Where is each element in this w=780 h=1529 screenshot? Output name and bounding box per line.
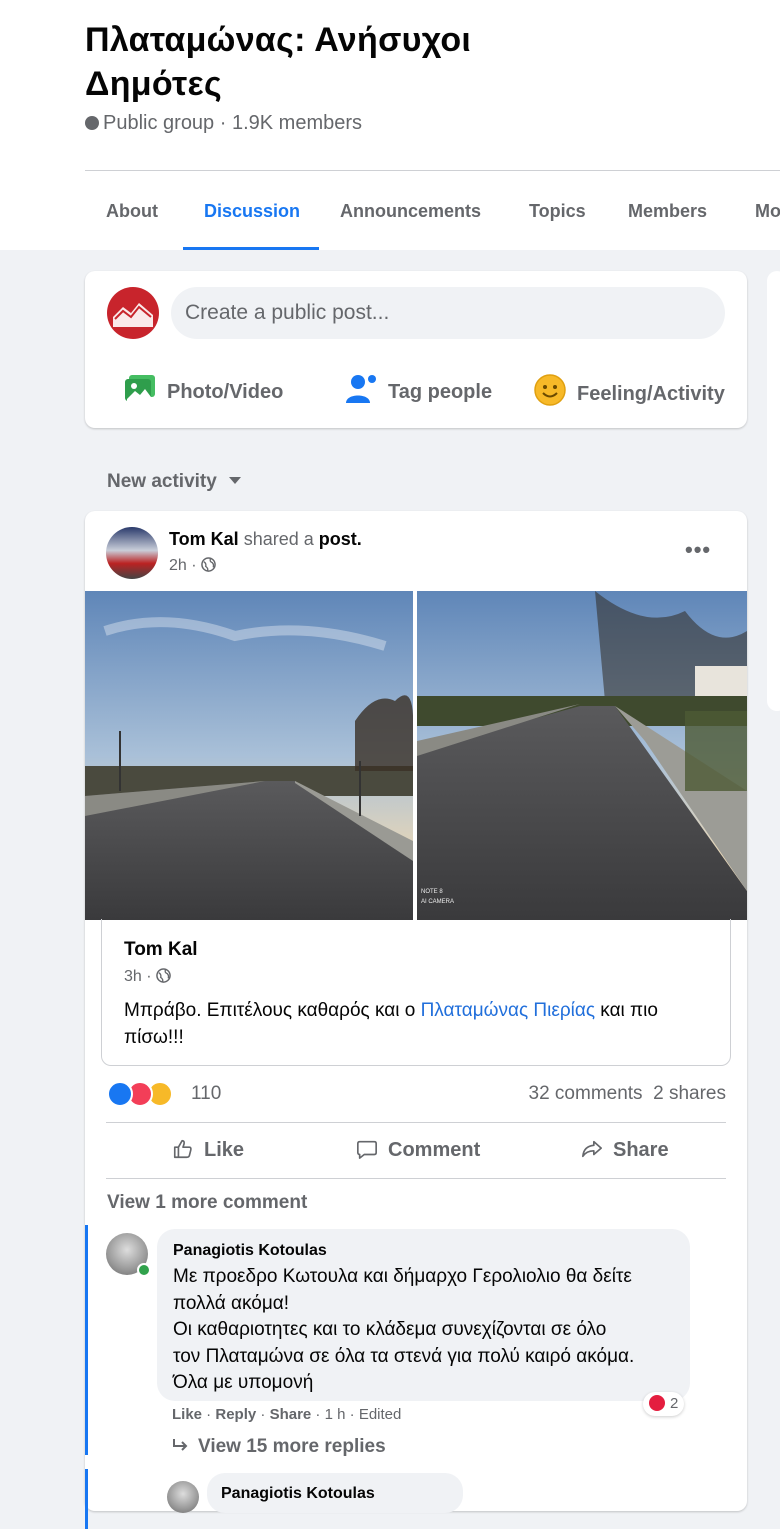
tab-about[interactable]: About xyxy=(106,171,158,250)
group-tabs: About Discussion Announcements Topics Me… xyxy=(85,171,780,250)
tag-people-icon xyxy=(344,373,378,412)
shared-author-name[interactable]: Tom Kal xyxy=(124,939,198,961)
feeling-activity-label: Feeling/Activity xyxy=(577,382,725,405)
post-author-name[interactable]: Tom Kal xyxy=(169,529,239,549)
active-tab-indicator xyxy=(183,247,319,250)
share-button[interactable]: Share xyxy=(581,1123,669,1178)
comment-line: Όλα με υπομονή xyxy=(173,1372,314,1393)
place-link[interactable]: Πλαταμώνας Πιερίας xyxy=(421,1000,595,1021)
like-button[interactable]: Like xyxy=(172,1123,244,1178)
comment-icon xyxy=(357,1140,377,1159)
tag-people-label: Tag people xyxy=(388,380,493,403)
comment-line: Με προεδρο Κωτουλα και δήμαρχο Γερολιολι… xyxy=(173,1266,632,1287)
photo-video-button[interactable]: Photo/Video xyxy=(123,373,283,403)
like-label: Like xyxy=(204,1139,245,1161)
tab-discussion[interactable]: Discussion xyxy=(204,171,300,250)
post-action-text: shared a xyxy=(243,529,314,549)
comment-like-button[interactable]: Like xyxy=(172,1406,202,1423)
post-header: Tom Kal shared a post. xyxy=(169,529,362,550)
post-timestamp[interactable]: 2h · xyxy=(169,557,216,575)
tab-topics[interactable]: Topics xyxy=(529,171,586,250)
view-replies-label: View 15 more replies xyxy=(198,1436,386,1457)
comment-reactions[interactable]: 2 xyxy=(643,1392,685,1416)
feeling-icon xyxy=(533,373,567,416)
sort-dropdown[interactable]: New activity xyxy=(107,471,241,493)
comment-line: πολλά ακόμα! xyxy=(173,1292,290,1314)
comments-count[interactable]: 32 comments xyxy=(529,1083,643,1104)
post-action-bar: Like Comment Share xyxy=(106,1122,726,1179)
reply-thread-line xyxy=(85,1469,88,1529)
post-author-avatar[interactable] xyxy=(106,527,158,579)
comment-line: τον Πλαταμώνα σε όλα τα στενά για πολύ κ… xyxy=(173,1345,635,1367)
like-reaction-icon xyxy=(107,1081,133,1107)
create-post-input[interactable]: Create a public post... xyxy=(171,287,725,339)
reply-author-avatar[interactable] xyxy=(167,1481,199,1513)
online-status-icon xyxy=(137,1263,151,1277)
tab-more[interactable]: Mo xyxy=(755,171,780,250)
comment-edited: Edited xyxy=(358,1406,402,1423)
comment-thread-line xyxy=(85,1225,88,1455)
tab-announcements[interactable]: Announcements xyxy=(340,171,481,250)
share-icon xyxy=(582,1140,602,1158)
shared-post-text: Μπράβο. Επιτέλους καθαρός και ο Πλαταμών… xyxy=(124,997,714,1051)
thumbs-up-icon xyxy=(173,1139,192,1159)
comment-time[interactable]: 1 h xyxy=(325,1406,346,1423)
group-meta: Public group · 1.9K members xyxy=(85,112,362,135)
sort-label: New activity xyxy=(107,471,217,492)
user-avatar[interactable] xyxy=(107,287,159,339)
share-label: Share xyxy=(613,1139,669,1161)
tab-members[interactable]: Members xyxy=(628,171,707,250)
post-counts: 32 comments 2 shares xyxy=(529,1083,726,1105)
reply-arrow-icon xyxy=(173,1439,188,1451)
globe-icon xyxy=(85,116,99,130)
shares-count[interactable]: 2 shares xyxy=(653,1083,726,1104)
group-header: Πλαταμώνας: Ανήσυχοι Δημότες Public grou… xyxy=(0,0,780,250)
love-reaction-icon xyxy=(649,1395,665,1411)
comment-bubble: Panagiotis Kotoulas Με προεδρο Κωτουλα κ… xyxy=(157,1229,690,1401)
comment-button[interactable]: Comment xyxy=(356,1123,480,1178)
caret-down-icon xyxy=(228,477,241,484)
commenter-name[interactable]: Panagiotis Kotoulas xyxy=(173,1242,327,1260)
shared-timestamp[interactable]: 3h · xyxy=(124,968,171,986)
post-composer: Create a public post... Photo/Video Tag … xyxy=(85,271,747,428)
reply-author-name[interactable]: Panagiotis Kotoulas xyxy=(221,1485,375,1503)
feed-post: Tom Kal shared a post. 2h · ••• NOTE 8 A… xyxy=(85,511,747,1529)
right-sidebar-card xyxy=(767,271,780,711)
svg-text:AI CAMERA: AI CAMERA xyxy=(421,899,454,905)
view-more-comments[interactable]: View 1 more comment xyxy=(107,1192,307,1214)
globe-icon xyxy=(201,557,216,572)
photo-video-icon xyxy=(123,373,157,412)
view-replies-link[interactable]: View 15 more replies xyxy=(172,1436,386,1458)
globe-icon xyxy=(156,968,171,983)
feeling-activity-button[interactable]: Feeling/Activity xyxy=(533,373,725,406)
comment-actions: Like · Reply · Share · 1 h · Edited xyxy=(172,1406,402,1423)
photo-video-label: Photo/Video xyxy=(167,380,284,403)
comment-share-button[interactable]: Share xyxy=(270,1406,312,1423)
more-options-button[interactable]: ••• xyxy=(685,537,711,563)
reply-bubble: Panagiotis Kotoulas xyxy=(207,1473,463,1513)
comment-text: Με προεδρο Κωτουλα και δήμαρχο Γερολιολι… xyxy=(173,1264,683,1397)
svg-text:NOTE 8: NOTE 8 xyxy=(421,889,443,895)
comment-reply-button[interactable]: Reply xyxy=(215,1406,256,1423)
comment-reaction-count: 2 xyxy=(670,1395,679,1412)
reaction-count[interactable]: 110 xyxy=(191,1083,221,1105)
comment-line: Οι καθαριοτητες και το κλάδεμα συνεχίζον… xyxy=(173,1319,607,1340)
tag-people-button[interactable]: Tag people xyxy=(344,373,492,403)
road-photos-image: NOTE 8 AI CAMERA xyxy=(85,591,747,920)
group-meta-text: Public group · 1.9K members xyxy=(103,112,363,134)
post-time-text: 2h · xyxy=(169,557,197,574)
post-photos[interactable]: NOTE 8 AI CAMERA xyxy=(85,591,747,920)
shared-post-link[interactable]: post. xyxy=(319,529,362,549)
comment-label: Comment xyxy=(388,1139,481,1161)
shared-text-before: Μπράβο. Επιτέλους καθαρός και ο xyxy=(124,1000,421,1021)
shared-post-box[interactable]: Tom Kal 3h · Μπράβο. Επιτέλους καθαρός κ… xyxy=(101,919,731,1066)
group-title[interactable]: Πλαταμώνας: Ανήσυχοι Δημότες xyxy=(85,18,605,106)
shared-time-text: 3h · xyxy=(124,968,152,985)
